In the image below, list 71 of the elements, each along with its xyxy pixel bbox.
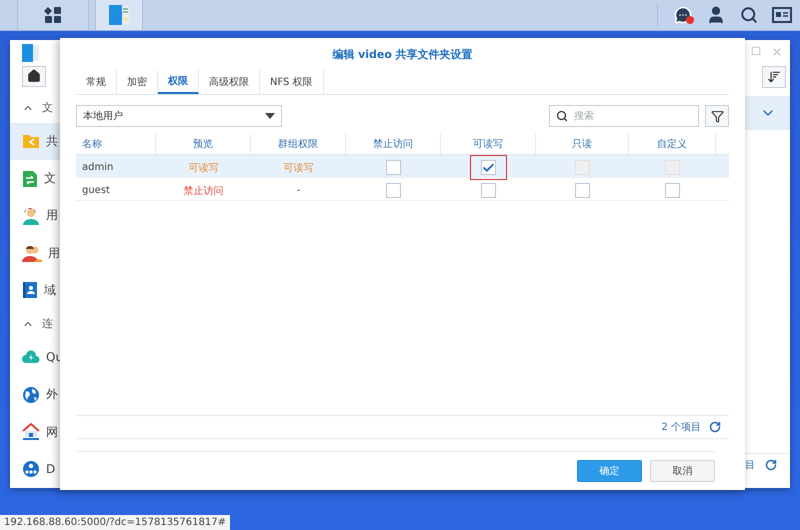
tab[interactable]: 权限 [158,70,199,94]
sidebar-item[interactable]: 网 [10,413,72,451]
checkbox[interactable] [386,183,401,198]
tab[interactable]: 高级权限 [199,70,260,94]
search-icon [556,110,568,122]
item-count: 目 [745,459,755,472]
sort-button[interactable] [762,66,786,88]
table-row[interactable]: admin 可读写 可读写 [76,155,729,178]
column-header[interactable]: 预览 [156,134,251,154]
search-icon [740,6,758,24]
table-cell-text: guest [81,184,111,198]
sidebar-item[interactable]: 用 [10,197,72,234]
home-button[interactable] [22,66,46,87]
sidebar-item[interactable]: 用 [10,234,72,272]
grid-icon [44,6,62,24]
table-cell-text: admin [81,161,114,175]
card-button[interactable] [772,7,792,23]
document-icon [22,170,38,188]
chat-icon [674,6,692,24]
caret-icon [265,113,275,119]
sidebar-item[interactable]: 外 [10,376,72,414]
checkbox[interactable] [481,183,496,198]
section-header[interactable]: 文 [42,100,53,116]
home-icon [27,69,41,84]
checkbox[interactable] [575,183,590,198]
column-header[interactable]: 禁止访问 [346,134,441,154]
table-cell-text: 禁止访问 [182,184,224,198]
checkbox[interactable] [386,160,401,175]
tab[interactable]: 常规 [76,70,117,94]
cancel-button[interactable]: 取消 [650,460,715,482]
house-icon [22,423,40,442]
column-header[interactable]: 可读写 [441,134,536,154]
taskbar-button[interactable] [17,0,89,30]
table-row[interactable]: guest 禁止访问 - [76,178,729,201]
item-count: 2 个项目 [661,421,701,434]
sidebar-item[interactable]: D [10,450,72,488]
column-header[interactable]: 群组权限 [251,134,346,154]
user-icon [22,206,40,225]
sidebar-item[interactable]: 域 [10,272,72,309]
filter-button[interactable] [705,105,729,127]
status-url: 192.168.88.60:5000/?dc=1578135761817# [0,515,230,530]
table-cell-text: 可读写 [282,162,314,176]
dialog-title: 编辑 video 共享文件夹设置 [331,47,474,63]
globe-icon [22,386,40,404]
column-header[interactable]: 名称 [76,134,156,154]
refresh-icon[interactable] [765,459,777,471]
table-cell-text: 可读写 [188,162,220,176]
search-button[interactable] [740,6,758,24]
checkbox[interactable] [665,183,680,198]
table-cell-text: - [296,184,302,198]
checkbox[interactable] [481,160,496,175]
app-icon [108,4,130,26]
chat-button[interactable] [674,6,692,24]
folder-icon [22,133,40,150]
tab[interactable]: 加密 [117,70,158,94]
tab[interactable]: NFS 权限 [260,70,324,94]
search-field[interactable]: 搜索 [549,105,699,127]
sidebar-item[interactable]: 文 [10,160,72,198]
id-card-icon [772,7,792,23]
app-icon [22,44,40,62]
cloud-icon [22,350,40,364]
users-icon [22,244,42,262]
filter-icon [710,110,724,122]
network-icon [22,460,40,478]
contact-book-icon [22,281,38,300]
user-type-dropdown[interactable]: 本地用户 [76,105,282,127]
section-header[interactable]: 连 [42,316,53,332]
column-header[interactable]: 自定义 [629,134,716,154]
refresh-icon[interactable] [709,421,721,433]
column-header[interactable]: 只读 [536,134,629,154]
sort-icon [767,70,781,84]
